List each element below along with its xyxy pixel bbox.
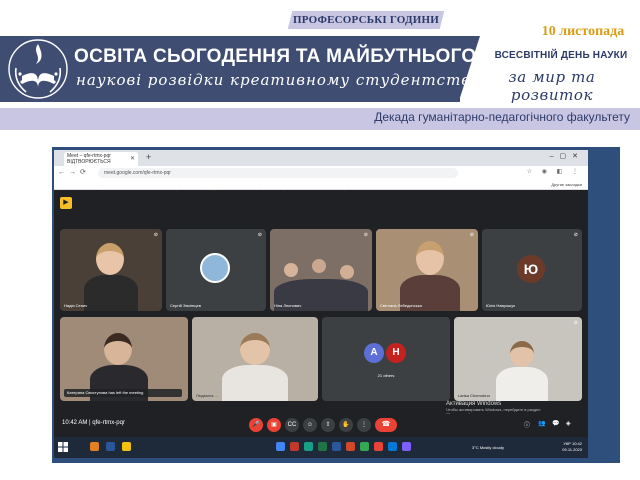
emoji-icon[interactable]: ☺ <box>303 418 317 432</box>
word-icon[interactable] <box>106 442 115 451</box>
app-icon[interactable] <box>374 442 383 451</box>
firefox-icon[interactable] <box>90 442 99 451</box>
activities-icon[interactable]: ◈ <box>566 420 571 427</box>
captions-icon[interactable]: CC <box>285 418 299 432</box>
time-value: 10:42 AM <box>62 420 88 426</box>
people-icon[interactable]: 👥 <box>538 420 545 427</box>
slide: ПРОФЕСОРСЬКІ ГОДИНИ ОСВІТА СЬОГОДЕННЯ ТА… <box>0 0 640 480</box>
participant-name: Світлана Лебединська <box>380 303 422 308</box>
tab-bar: Meet – qfe-rtmx-pqr ВІДТВОРЮЄТЬСЯ ✕ + –▢… <box>54 150 588 166</box>
other-avatar: А <box>364 343 384 363</box>
others-count: 21 others <box>377 373 395 378</box>
info-icon[interactable]: ⓘ <box>524 420 530 429</box>
explorer-icon[interactable] <box>122 442 131 451</box>
app-icon[interactable] <box>290 442 299 451</box>
present-screen-icon[interactable]: ⇧ <box>321 418 335 432</box>
participant-tile[interactable]: Людмила ... <box>192 317 318 401</box>
participant-name: Ніна Леонович <box>274 303 302 308</box>
chat-icon[interactable]: 💬 <box>552 420 559 427</box>
excel-icon[interactable] <box>318 442 327 451</box>
raise-hand-icon[interactable]: ✋ <box>339 418 353 432</box>
word-icon[interactable] <box>332 442 341 451</box>
participant-video-body <box>84 275 138 311</box>
event-date: 10 листопада <box>541 24 625 39</box>
faculty-decade: Декада гуманітарно-педагогічного факульт… <box>374 110 630 124</box>
participant-video <box>284 263 298 277</box>
university-logo-icon <box>8 39 68 99</box>
mic-off-icon[interactable]: 🎤 <box>249 418 263 432</box>
participant-video <box>416 241 444 275</box>
other-avatar: Н <box>386 343 406 363</box>
tab-meet[interactable]: Meet – qfe-rtmx-pqr ВІДТВОРЮЄТЬСЯ ✕ <box>64 152 138 166</box>
windows-start-icon[interactable] <box>58 442 68 452</box>
powerpoint-icon[interactable] <box>346 442 355 451</box>
tab-subtitle: ВІДТВОРЮЄТЬСЯ <box>67 159 111 165</box>
participant-video-head <box>312 259 326 273</box>
app-icon[interactable] <box>304 442 313 451</box>
participant-tile[interactable]: ⊘ Larisa Chornobun <box>454 317 582 401</box>
muted-mic-icon: ⊘ <box>573 232 578 238</box>
main-title: ОСВІТА СЬОГОДЕННЯ ТА МАЙБУТНЬОГО: <box>74 46 484 67</box>
participant-tile[interactable]: ⊘ Надія Сенич <box>60 229 162 311</box>
window-controls-icon[interactable]: –▢✕ <box>550 152 584 160</box>
end-call-icon[interactable]: ☎ <box>375 418 397 432</box>
participant-avatar: Ю <box>517 255 545 283</box>
camera-off-icon[interactable]: ▣ <box>267 418 281 432</box>
language-indicator[interactable]: УКР <box>563 441 571 446</box>
participant-tile[interactable]: ⊘ Світлана Лебединська <box>376 229 478 311</box>
participant-video <box>96 243 124 275</box>
world-science-day: ВСЕСВІТНІЙ ДЕНЬ НАУКИ <box>494 50 628 61</box>
muted-mic-icon: ⊘ <box>469 232 474 238</box>
others-tile[interactable]: А Н 21 others <box>322 317 450 401</box>
browser-window: Meet – qfe-rtmx-pqr ВІДТВОРЮЄТЬСЯ ✕ + –▢… <box>54 150 588 458</box>
meeting-code: qfe-rtmx-pqr <box>92 420 125 426</box>
participant-name: Юлія Наврошук <box>486 303 516 308</box>
participant-tile[interactable]: Ю ⊘ Юлія Наврошук <box>482 229 582 311</box>
windows-taskbar: 3°C Mostly cloudy УКР 10:42 09.11.2023 <box>54 437 588 458</box>
participant-name: Людмила ... <box>196 393 218 398</box>
participant-video <box>510 341 534 367</box>
bookmarks-bar: Автозаполнение Яндекс Начальная страница… <box>54 180 588 194</box>
new-tab-icon[interactable]: + <box>146 152 151 162</box>
meeting-time: 10:42 AM | qfe-rtmx-pqr <box>62 420 125 426</box>
meet-controls: 10:42 AM | qfe-rtmx-pqr 🎤 ▣ CC ☺ ⇧ ✋ ⋮ ☎… <box>54 414 588 436</box>
other-bookmarks[interactable]: Другие закладки <box>551 180 582 190</box>
muted-mic-icon: ⊘ <box>573 320 578 326</box>
participant-name: Надія Сенич <box>64 303 88 308</box>
participant-tile[interactable]: ⊘ Ніна Леонович <box>270 229 372 311</box>
url-field[interactable]: meet.google.com/qfe-rtmx-pqr <box>98 168 458 178</box>
more-options-icon[interactable]: ⋮ <box>357 418 371 432</box>
subtitle: наукові розвідки креативному студентству <box>76 71 481 89</box>
tab-close-icon[interactable]: ✕ <box>130 155 135 162</box>
muted-mic-icon: ⊘ <box>257 232 262 238</box>
peace-motto: за мир та розвиток <box>508 68 596 104</box>
system-tray[interactable]: УКР 10:42 09.11.2023 <box>562 441 582 453</box>
meet-logo-icon[interactable]: ▶ <box>60 197 72 209</box>
participant-video-head <box>340 265 354 279</box>
navigation-icons[interactable]: ←→⟳ <box>58 168 90 176</box>
taskbar-clock: 10:42 <box>571 441 582 446</box>
event-tag: ПРОФЕСОРСЬКІ ГОДИНИ <box>292 14 440 26</box>
viber-icon[interactable] <box>402 442 411 451</box>
meet-grid: ▶ ⊘ Надія Сенич ⊘ Сергій Звягінцев ⊘ Нін… <box>54 191 588 427</box>
chrome-icon[interactable] <box>360 442 369 451</box>
participant-tile[interactable]: ⊘ Сергій Звягінцев <box>166 229 266 311</box>
telegram-icon[interactable] <box>388 442 397 451</box>
participant-name: Сергій Звягінцев <box>170 303 201 308</box>
muted-mic-icon: ⊘ <box>363 232 368 238</box>
address-bar: ←→⟳ meet.google.com/qfe-rtmx-pqr ☆ ◉ ◧ ⋮ <box>54 166 588 180</box>
muted-mic-icon: ⊘ <box>153 232 158 238</box>
participant-video <box>240 333 270 365</box>
participant-video-body <box>222 365 288 401</box>
app-icon[interactable] <box>276 442 285 451</box>
participant-video <box>104 333 132 365</box>
weather-widget[interactable]: 3°C Mostly cloudy <box>472 445 504 450</box>
participant-name: Larisa Chornobun <box>458 393 490 398</box>
taskbar-date: 09.11.2023 <box>562 447 582 452</box>
extension-icons[interactable]: ☆ ◉ ◧ ⋮ <box>527 168 582 175</box>
participant-avatar <box>200 253 230 283</box>
participant-video-body <box>496 367 548 401</box>
leave-notification: Катерина Свистунова has left the meeting <box>64 389 182 397</box>
participant-tile[interactable]: Катерина Свистунова has left the meeting <box>60 317 188 401</box>
